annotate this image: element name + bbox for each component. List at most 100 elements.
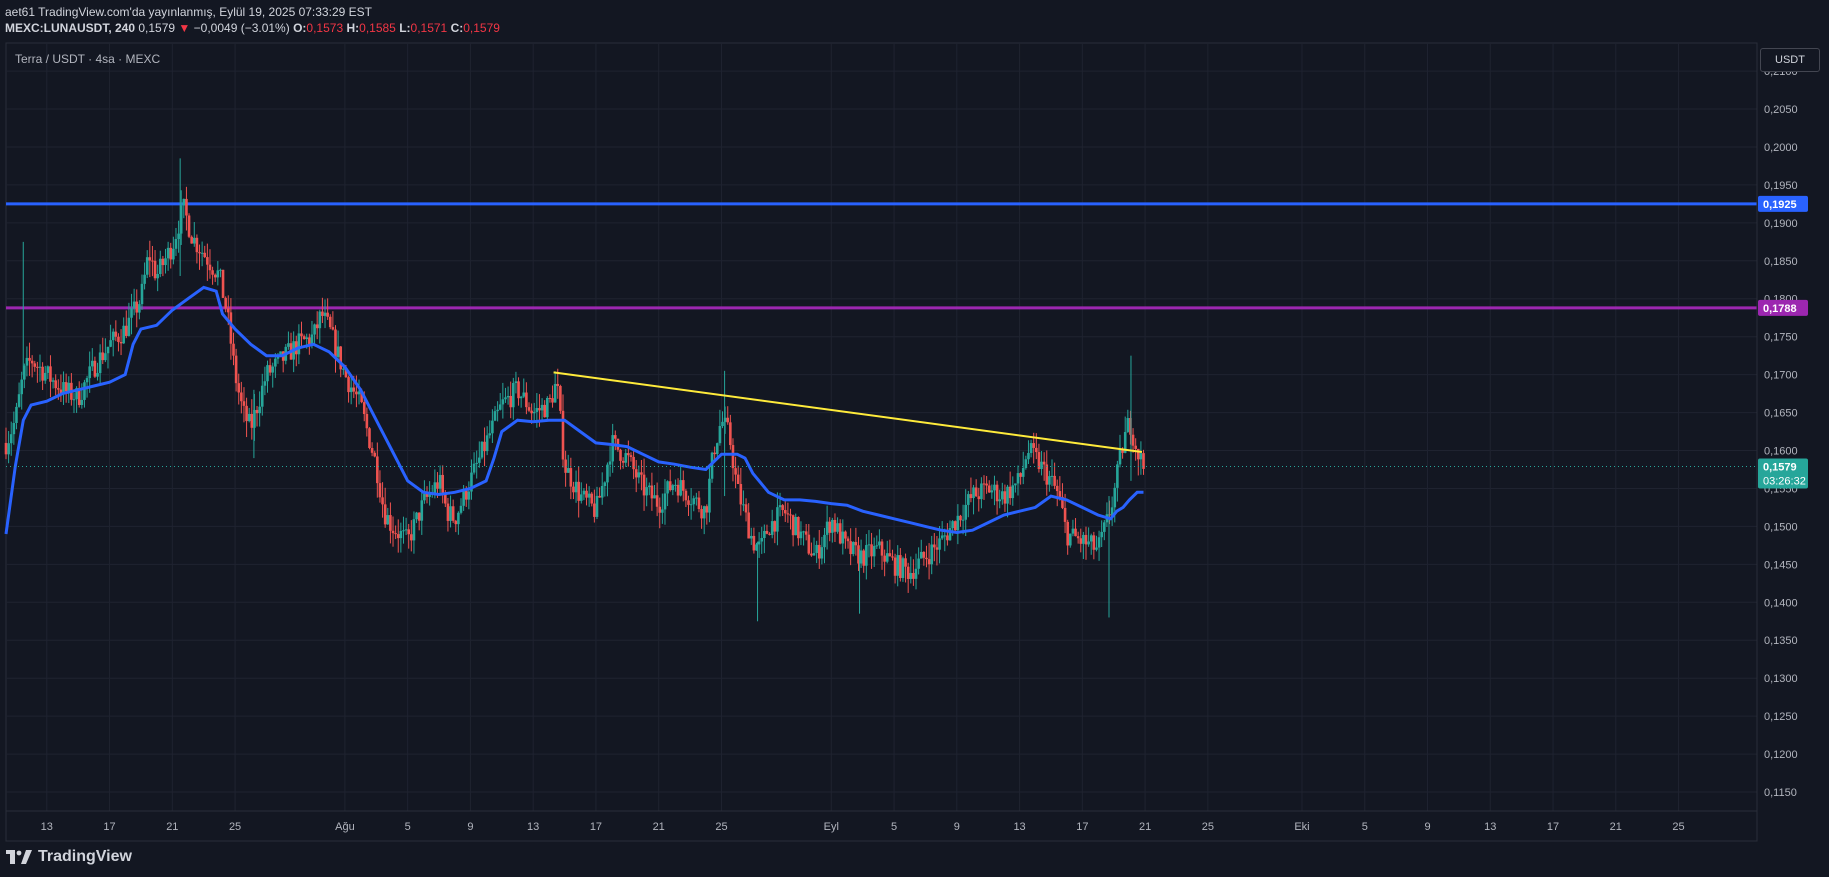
candle-body <box>119 341 123 344</box>
candle-body <box>512 383 515 408</box>
candle-body <box>938 538 941 550</box>
candle-body <box>415 512 418 520</box>
candle-body <box>449 506 452 521</box>
candle-body <box>912 572 915 579</box>
candle-body <box>577 481 580 501</box>
candle-body <box>1097 537 1101 548</box>
candle-body <box>72 399 76 401</box>
last-price-label-countdown: 03:26:32 <box>1763 475 1806 487</box>
candle-body <box>739 483 743 505</box>
candle-body <box>226 308 230 313</box>
candle-body <box>927 559 931 565</box>
candle-body <box>977 496 981 500</box>
candle-body <box>718 426 722 444</box>
candle-body <box>634 469 638 478</box>
candle-body <box>765 530 769 534</box>
candle-body <box>219 269 222 271</box>
candle-body <box>323 312 327 316</box>
candle-body <box>658 506 662 513</box>
candle-body <box>859 550 863 564</box>
candle-body <box>454 520 458 525</box>
time-tick-label: 5 <box>405 821 411 833</box>
candle-body <box>1100 531 1103 538</box>
candle-body <box>872 546 876 557</box>
candle-body <box>381 497 384 505</box>
candle-body <box>736 474 740 484</box>
candle-body <box>462 489 465 506</box>
candle-body <box>54 380 57 389</box>
candle-body <box>1029 443 1033 454</box>
candle-body <box>865 545 868 566</box>
candle-body <box>841 531 845 544</box>
candle-body <box>590 493 594 504</box>
candle-body <box>611 435 614 462</box>
currency-button[interactable]: USDT <box>1760 48 1820 72</box>
price-axis[interactable]: 0,1150 0,1200 0,1250 0,1300 0,1350 0,1400 0,14… <box>1764 66 1798 799</box>
candle-body <box>506 395 510 398</box>
candle-body <box>747 512 750 539</box>
candle-body <box>637 472 641 478</box>
candle-body <box>1139 453 1143 460</box>
candle-body <box>122 325 125 344</box>
candle-body <box>203 252 207 258</box>
candle-body <box>308 337 311 345</box>
candle-body <box>467 491 471 500</box>
candle-body <box>347 377 350 393</box>
time-tick-label: 13 <box>1013 821 1025 833</box>
candle-body <box>396 534 400 539</box>
candle-body <box>914 568 918 579</box>
candle-body <box>297 333 301 355</box>
candle-body <box>522 392 526 397</box>
candle-body <box>114 331 118 337</box>
candle-body <box>993 484 996 491</box>
candle-body <box>1118 449 1122 465</box>
candle-body <box>313 324 316 335</box>
horizontal-level-label: 0,1788 <box>1763 303 1797 315</box>
candle-body <box>899 555 902 578</box>
time-tick-label: Eyl <box>824 821 839 833</box>
candle-body <box>582 490 586 495</box>
candle-body <box>376 456 379 484</box>
price-tick-label: 0,1850 <box>1764 256 1798 268</box>
time-tick-label: 17 <box>103 821 115 833</box>
candle-body <box>566 468 570 473</box>
candle-body <box>1063 507 1067 522</box>
candle-body <box>1113 487 1117 508</box>
candle-body <box>373 452 377 457</box>
candle-body <box>532 411 536 414</box>
candle-body <box>653 495 656 499</box>
candle-body <box>1131 434 1135 446</box>
candle-body <box>729 422 732 446</box>
candle-body <box>831 519 834 533</box>
candle-body <box>875 545 879 547</box>
candle-body <box>519 396 523 399</box>
candle-body <box>642 474 646 496</box>
price-chart[interactable]: 0,1150 0,1200 0,1250 0,1300 0,1350 0,1400 0,14… <box>0 0 1829 845</box>
candle-body <box>41 366 44 381</box>
candle-body <box>478 457 481 463</box>
candle-body <box>807 534 811 554</box>
price-tick-label: 0,1900 <box>1764 218 1798 230</box>
candle-body <box>386 515 390 525</box>
candle-body <box>661 509 664 513</box>
candle-body <box>713 452 716 455</box>
candle-body <box>998 499 1001 502</box>
candle-body <box>726 417 730 423</box>
candle-body <box>132 301 136 309</box>
footer: TradingView <box>6 848 132 866</box>
candle-body <box>527 407 531 411</box>
candle-body <box>572 486 575 493</box>
candle-body <box>768 533 771 535</box>
candle-body <box>177 233 180 239</box>
candle-body <box>274 358 277 367</box>
candle-body <box>208 264 212 271</box>
candle-body <box>174 238 178 249</box>
candle-body <box>833 519 837 532</box>
candle-body <box>781 505 784 511</box>
candle-body <box>851 541 855 555</box>
price-tick-label: 0,1200 <box>1764 749 1798 761</box>
candle-body <box>7 443 10 455</box>
candle-body <box>933 544 936 548</box>
candle-body <box>357 391 361 395</box>
candle-body <box>627 453 630 456</box>
